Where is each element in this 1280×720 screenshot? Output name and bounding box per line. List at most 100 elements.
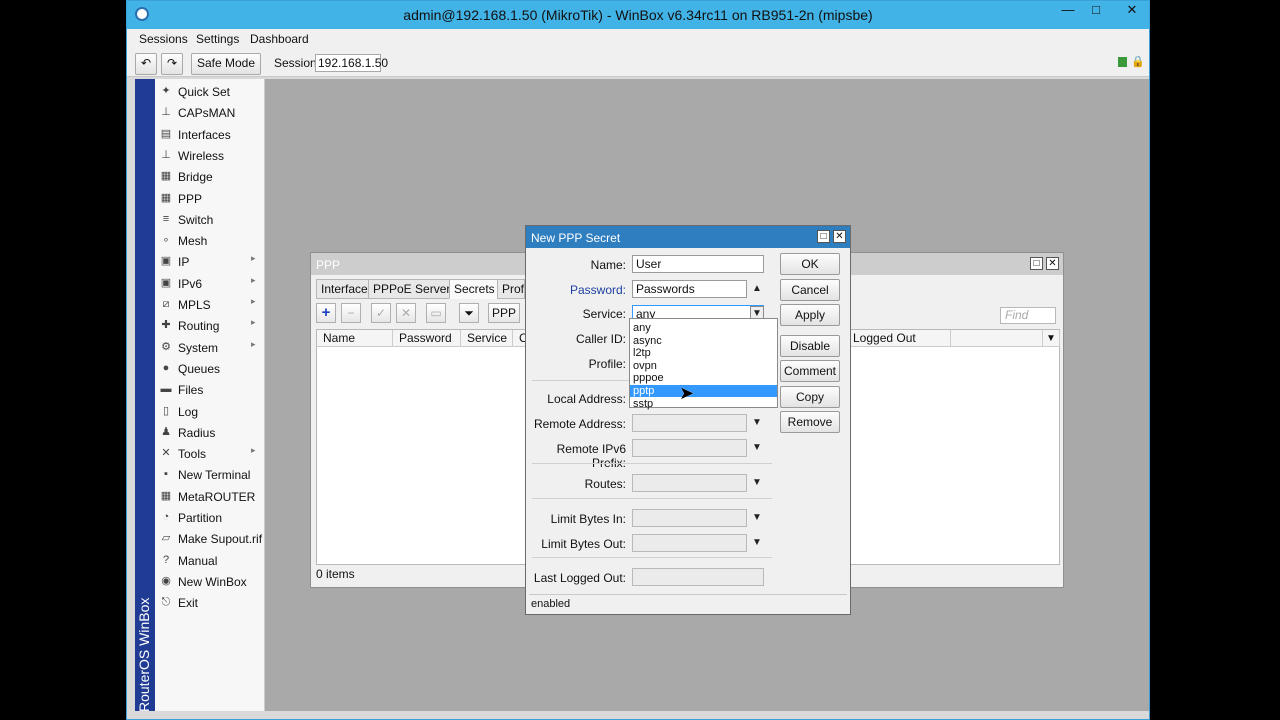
dialog-maximize-button[interactable]: □: [817, 230, 830, 243]
sidebar-item-routing[interactable]: ✚ Routing ▸: [155, 315, 265, 336]
service-option-l2tp[interactable]: l2tp: [630, 347, 777, 359]
disable-icon[interactable]: ✕: [396, 303, 416, 323]
maximize-button[interactable]: □: [1081, 1, 1111, 21]
sidebar-item-ip[interactable]: ▣ IP ▸: [155, 251, 265, 272]
ppp-close-button[interactable]: ✕: [1046, 257, 1059, 270]
cancel-button[interactable]: Cancel: [780, 279, 840, 301]
filter-icon[interactable]: ⏷: [459, 303, 479, 323]
password-field[interactable]: Passwords: [632, 280, 747, 298]
password-dropdown-icon[interactable]: ▲: [752, 283, 762, 294]
sidebar-item-mpls[interactable]: ⧄ MPLS ▸: [155, 294, 265, 315]
limit-bytes-in-field[interactable]: [632, 509, 747, 527]
enable-icon[interactable]: ✓: [371, 303, 391, 323]
session-field[interactable]: 192.168.1.50: [315, 54, 388, 72]
sidebar-item-radius[interactable]: ♟ Radius: [155, 422, 265, 443]
comment-button[interactable]: Comment: [780, 360, 840, 382]
sidebar-item-log[interactable]: ▯ Log: [155, 401, 265, 422]
menu-settings[interactable]: Settings: [196, 32, 239, 46]
wand-icon: ✦: [161, 85, 171, 97]
remote-ipv6-prefix-field[interactable]: [632, 439, 747, 457]
sidebar-item-interfaces[interactable]: ▤ Interfaces: [155, 124, 265, 145]
sidebar-item-system[interactable]: ⚙ System ▸: [155, 337, 265, 358]
undo-button[interactable]: ↶: [135, 53, 157, 75]
limit-bytes-in-dropdown-icon[interactable]: ▼: [752, 512, 762, 523]
sidebar-item-ppp[interactable]: ▦ PPP: [155, 188, 265, 209]
service-option-pptp[interactable]: pptp: [630, 385, 777, 397]
sidebar-item-switch[interactable]: ≡ Switch: [155, 209, 265, 230]
remove-icon[interactable]: −: [341, 303, 361, 323]
column-service[interactable]: Service: [461, 330, 513, 347]
routes-field[interactable]: [632, 474, 747, 492]
routes-dropdown-icon[interactable]: ▼: [752, 477, 762, 488]
sidebar-item-label: Interfaces: [178, 127, 231, 142]
add-icon[interactable]: +: [316, 303, 336, 323]
sidebar-item-new-winbox[interactable]: ◉ New WinBox: [155, 571, 265, 592]
sidebar-item-capsman[interactable]: ⊥ CAPsMAN: [155, 102, 265, 123]
tab-pppoe-servers[interactable]: PPPoE Servers: [368, 279, 462, 299]
sidebar-item-label: Partition: [178, 511, 223, 525]
service-option-ovpn[interactable]: ovpn: [630, 360, 777, 372]
column-logged-out[interactable]: Logged Out: [847, 330, 951, 347]
sidebar-item-quick-set[interactable]: ✦ Quick Set: [155, 81, 265, 102]
service-dropdown-list[interactable]: any async l2tp ovpn pppoe pptp sstp: [629, 318, 778, 410]
service-option-pppoe[interactable]: pppoe: [630, 372, 777, 384]
sidebar-item-bridge[interactable]: ▦ Bridge: [155, 166, 265, 187]
menu-dashboard[interactable]: Dashboard: [250, 32, 309, 46]
dialog-title-bar[interactable]: New PPP Secret □ ✕: [526, 226, 850, 248]
ppp-auth-button[interactable]: PPP A: [488, 303, 520, 323]
sidebar-item-make-supout-rif[interactable]: ▱ Make Supout.rif: [155, 528, 265, 549]
minimize-button[interactable]: —: [1053, 1, 1083, 21]
remote-address-field[interactable]: [632, 414, 747, 432]
sidebar-item-queues[interactable]: ● Queues: [155, 358, 265, 379]
sidebar-item-label: New Terminal: [178, 468, 251, 483]
sidebar-item-wireless[interactable]: ⊥ Wireless: [155, 145, 265, 166]
sidebar-item-new-terminal[interactable]: ▪ New Terminal: [155, 464, 265, 485]
disable-button[interactable]: Disable: [780, 335, 840, 357]
last-logged-out-label: Last Logged Out:: [533, 571, 626, 585]
menu-sessions[interactable]: Sessions: [139, 32, 188, 46]
ppp-maximize-button[interactable]: □: [1030, 257, 1043, 270]
service-option-async[interactable]: async: [630, 335, 777, 347]
ok-button[interactable]: OK: [780, 253, 840, 275]
sidebar-item-label: Quick Set: [178, 85, 231, 99]
find-input[interactable]: Find: [1000, 307, 1056, 324]
apply-button[interactable]: Apply: [780, 304, 840, 326]
sidebar-item-manual[interactable]: ? Manual: [155, 550, 265, 571]
service-option-sstp[interactable]: sstp: [630, 398, 777, 410]
comment-icon[interactable]: ▭: [426, 303, 446, 323]
remove-button[interactable]: Remove: [780, 411, 840, 433]
radius-icon: ♟: [161, 425, 171, 438]
toolbar: ↶ ↷ Safe Mode Session: 192.168.1.50 🔒: [127, 49, 1149, 77]
safe-mode-button[interactable]: Safe Mode: [191, 53, 261, 75]
remote-ipv6-prefix-dropdown-icon[interactable]: ▼: [752, 442, 762, 453]
sidebar-item-mesh[interactable]: ∘ Mesh: [155, 230, 265, 251]
dialog-close-button[interactable]: ✕: [833, 230, 846, 243]
sidebar-item-tools[interactable]: ✕ Tools ▸: [155, 443, 265, 464]
remote-address-dropdown-icon[interactable]: ▼: [752, 417, 762, 428]
sidebar-item-label: Wireless: [178, 148, 225, 163]
limit-bytes-out-field[interactable]: [632, 534, 747, 552]
sidebar-item-partition[interactable]: ◔ Partition: [155, 507, 265, 528]
service-option-any[interactable]: any: [630, 322, 777, 334]
column-name[interactable]: Name: [317, 330, 393, 347]
tab-profiles[interactable]: Profil: [497, 279, 525, 299]
submenu-arrow-icon: ▸: [251, 296, 256, 306]
sidebar-item-label: PPP: [178, 191, 203, 206]
copy-button[interactable]: Copy: [780, 386, 840, 408]
sidebar-item-files[interactable]: ▬ Files: [155, 379, 265, 400]
columns-dropdown-icon[interactable]: ▼: [1043, 330, 1060, 347]
title-bar[interactable]: admin@192.168.1.50 (MikroTik) - WinBox v…: [127, 1, 1149, 29]
column-password[interactable]: Password: [393, 330, 461, 347]
tab-secrets[interactable]: Secrets: [449, 279, 500, 299]
sidebar-item-exit[interactable]: ⎋ Exit: [155, 592, 265, 613]
name-field[interactable]: User: [632, 255, 764, 273]
sidebar-item-metarouter[interactable]: ▦ MetaROUTER: [155, 486, 265, 507]
tab-interface[interactable]: Interface: [316, 279, 373, 299]
sidebar-item-ipv6[interactable]: ▣ IPv6 ▸: [155, 273, 265, 294]
limit-bytes-out-dropdown-icon[interactable]: ▼: [752, 537, 762, 548]
status-green-icon: [1118, 57, 1127, 67]
sidebar-item-label: Radius: [178, 425, 216, 440]
redo-button[interactable]: ↷: [161, 53, 183, 75]
close-button[interactable]: ✕: [1115, 1, 1149, 21]
bridge-icon: ▦: [160, 170, 172, 183]
